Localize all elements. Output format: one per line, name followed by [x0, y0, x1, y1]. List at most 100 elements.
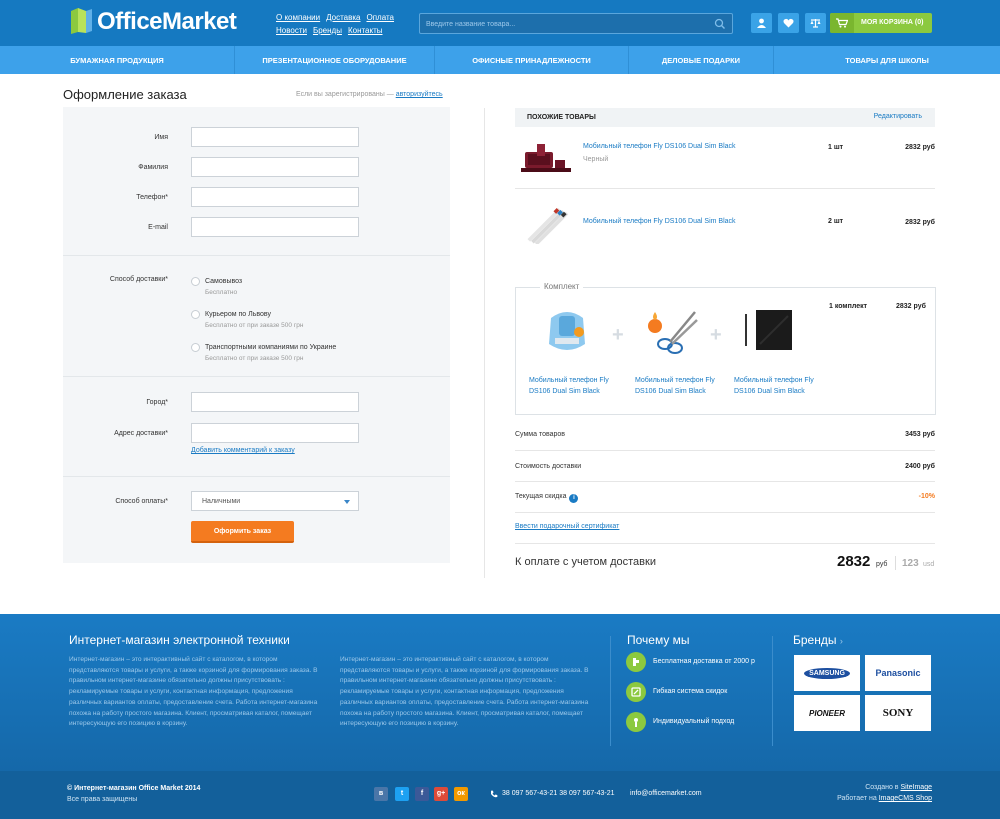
email-field[interactable]	[191, 217, 359, 237]
brand-sony[interactable]: SONY	[865, 695, 931, 731]
total-label: К оплате с учетом доставки	[515, 556, 656, 568]
product-image[interactable]	[742, 304, 802, 359]
odnoklassniki-icon[interactable]: ок	[454, 787, 468, 801]
payment-select-value: Наличными	[202, 498, 241, 505]
edit-link[interactable]: Редактировать	[874, 113, 922, 120]
phones: 38 097 567-43-21 38 097 567-43-21	[490, 790, 614, 798]
cart-icon-wrap	[830, 13, 854, 33]
why-title: Почему мы	[627, 633, 690, 647]
kit-item-name[interactable]: Мобильный телефон Fly DS106 Dual Sim Bla…	[635, 375, 715, 397]
search-box	[419, 13, 733, 34]
nav-school[interactable]: ТОВАРЫ ДЛЯ ШКОЛЫ	[774, 46, 1000, 74]
copyright: © Интернет-магазин Office Market 2014	[67, 785, 201, 792]
search-input[interactable]	[426, 17, 706, 31]
brand-panasonic[interactable]: Panasonic	[865, 655, 931, 691]
similar-header: ПОХОЖИЕ ТОВАРЫ Редактировать	[515, 108, 935, 127]
product-price: 2832 руб	[905, 144, 935, 151]
kit-qty: 1 комплект	[829, 303, 868, 310]
kit-item-name[interactable]: Мобильный телефон Fly DS106 Dual Sim Bla…	[529, 375, 609, 397]
chevron-right-icon: ›	[839, 636, 843, 646]
product-name[interactable]: Мобильный телефон Fly DS106 Dual Sim Bla…	[583, 218, 736, 225]
kit-item-name[interactable]: Мобильный телефон Fly DS106 Dual Sim Bla…	[734, 375, 814, 397]
delivery-option-sub: Бесплатно от при заказе 500 грн	[205, 355, 304, 362]
delivery-option-label: Курьером по Львову	[205, 311, 271, 318]
account-button[interactable]	[751, 13, 772, 33]
total-usd-currency: usd	[923, 561, 935, 568]
delivery-radio-transport[interactable]	[191, 343, 200, 352]
wishlist-button[interactable]	[778, 13, 799, 33]
email-link[interactable]: info@officemarket.com	[630, 790, 702, 797]
phone-label: Телефон*	[136, 194, 168, 201]
phone-icon	[491, 790, 498, 798]
login-hint-text: Если вы зарегистрированы —	[296, 91, 394, 98]
kit-label: Комплект	[540, 282, 584, 291]
scales-icon	[810, 19, 821, 28]
link-delivery[interactable]: Доставка	[326, 11, 360, 24]
link-news[interactable]: Новости	[276, 24, 307, 37]
checkout-form: Имя Фамилия Телефон* E-mail Способ доста…	[63, 107, 450, 563]
search-icon[interactable]	[714, 18, 726, 30]
payment-label: Способ оплаты*	[115, 498, 168, 505]
heart-icon	[783, 18, 794, 28]
delivery-option-sub: Бесплатно	[205, 289, 238, 296]
divider	[515, 481, 935, 482]
delivery-radio-pickup[interactable]	[191, 277, 200, 286]
twitter-icon[interactable]: t	[395, 787, 409, 801]
product-image[interactable]	[519, 204, 575, 244]
imagecms-link[interactable]: ImageCMS Shop	[879, 795, 932, 802]
link-contacts[interactable]: Контакты	[348, 24, 383, 37]
address-field[interactable]	[191, 423, 359, 443]
first-name-field[interactable]	[191, 127, 359, 147]
cart-icon	[836, 18, 848, 28]
brands-title[interactable]: Бренды ›	[793, 633, 843, 647]
total-currency: руб	[876, 561, 888, 568]
nav-presentation[interactable]: ПРЕЗЕНТАЦИОННОЕ ОБОРУДОВАНИЕ	[235, 46, 435, 74]
product-name[interactable]: Мобильный телефон Fly DS106 Dual Sim Bla…	[583, 143, 736, 150]
add-comment-link[interactable]: Добавить комментарий к заказу	[191, 447, 295, 454]
login-hint: Если вы зарегистрированы — авторизуйтесь	[296, 91, 443, 98]
product-image[interactable]	[519, 138, 575, 178]
login-link[interactable]: авторизуйтесь	[396, 91, 443, 98]
payment-select[interactable]: Наличными	[191, 491, 359, 511]
footer: Интернет-магазин электронной техники Инт…	[0, 614, 1000, 771]
brand-samsung[interactable]: SAMSUNG	[794, 655, 860, 691]
person-icon	[626, 712, 646, 732]
link-about[interactable]: О компании	[276, 11, 320, 24]
facebook-icon[interactable]: f	[415, 787, 429, 801]
rights: Все права защищены	[67, 796, 138, 803]
divider	[63, 255, 450, 256]
siteimage-link[interactable]: SiteImage	[900, 784, 932, 791]
link-payment[interactable]: Оплата	[366, 11, 394, 24]
info-icon[interactable]: i	[569, 494, 579, 503]
cart-label: МОЯ КОРЗИНА (0)	[861, 19, 924, 26]
cart-button[interactable]: МОЯ КОРЗИНА (0)	[830, 13, 932, 33]
divider	[515, 543, 935, 544]
logo[interactable]: OfficeMarket	[69, 7, 237, 37]
nav-gifts[interactable]: ДЕЛОВЫЕ ПОДАРКИ	[629, 46, 774, 74]
nav-office[interactable]: ОФИСНЫЕ ПРИНАДЛЕЖНОСТИ	[435, 46, 629, 74]
truck-icon	[626, 652, 646, 672]
phone-field[interactable]	[191, 187, 359, 207]
delivery-radio-courier[interactable]	[191, 310, 200, 319]
gift-certificate-link[interactable]: Ввести подарочный сертификат	[515, 523, 619, 530]
delivery-label: Способ доставки*	[109, 276, 168, 283]
brand-pioneer[interactable]: PIONEER	[794, 695, 860, 731]
city-field[interactable]	[191, 392, 359, 412]
compare-button[interactable]	[805, 13, 826, 33]
top-links: О компании Доставка Оплата Новости Бренды Ко…	[276, 11, 406, 37]
product-image[interactable]	[537, 304, 597, 359]
summary-items-label: Сумма товаров	[515, 431, 565, 438]
brand-logo: SONY	[882, 707, 914, 719]
vk-icon[interactable]: в	[374, 787, 388, 801]
divider	[63, 376, 450, 377]
nav-paper[interactable]: БУМАЖНАЯ ПРОДУКЦИЯ	[0, 46, 235, 74]
link-brands[interactable]: Бренды	[313, 24, 342, 37]
summary-discount-value: -10%	[918, 493, 935, 500]
submit-order-button[interactable]: Оформить заказ	[191, 521, 294, 543]
google-plus-icon[interactable]: g+	[434, 787, 448, 801]
brand-logo: SAMSUNG	[804, 667, 850, 679]
last-name-field[interactable]	[191, 157, 359, 177]
first-name-label: Имя	[154, 134, 168, 141]
summary-discount-label: Текущая скидка	[515, 493, 567, 500]
product-image[interactable]	[643, 304, 703, 359]
